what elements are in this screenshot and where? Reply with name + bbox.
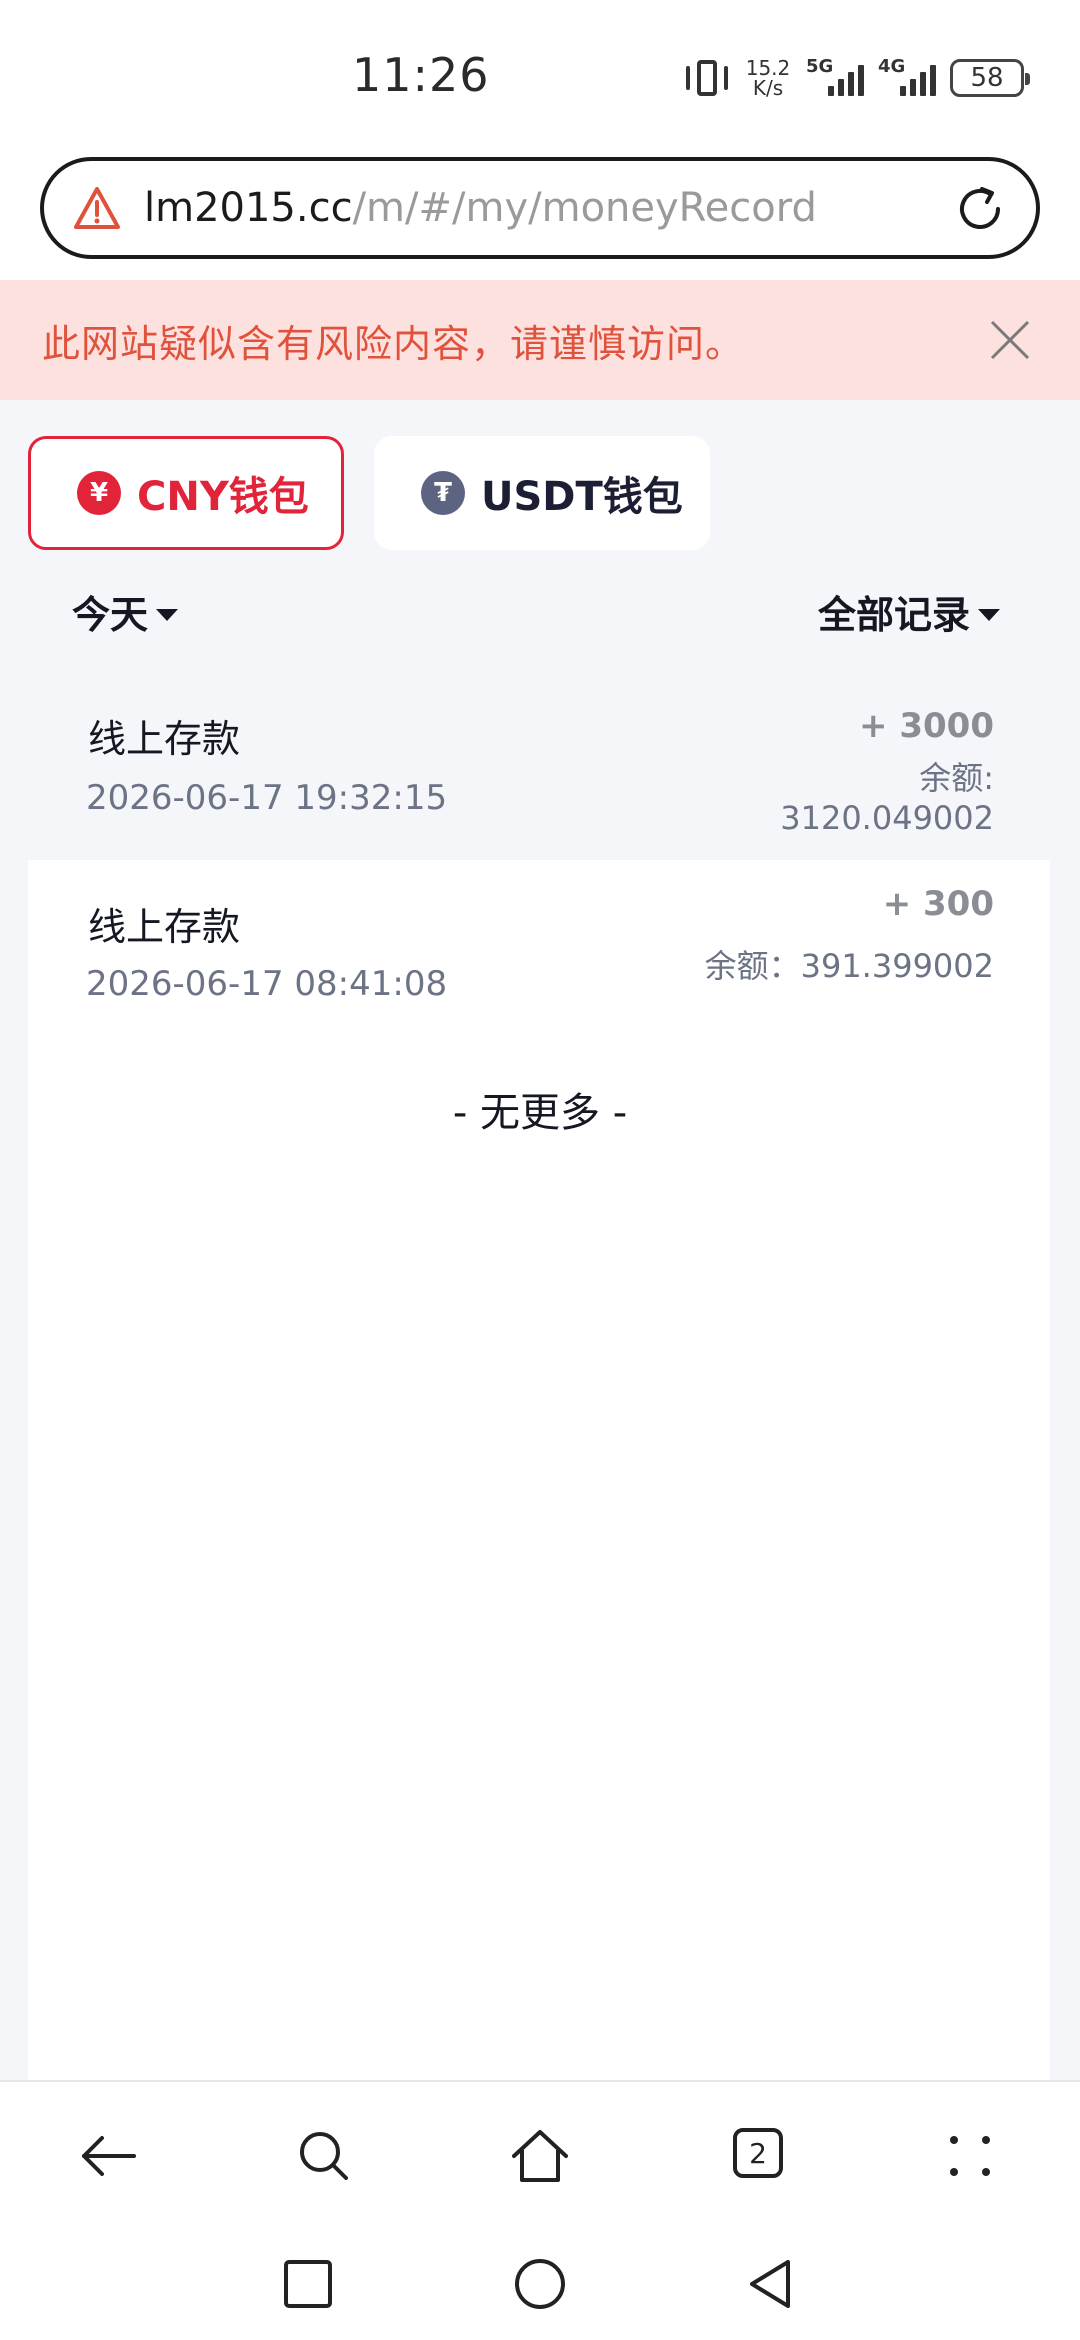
vibrate-icon	[684, 58, 730, 98]
tab-cny-wallet[interactable]: ¥ CNY钱包	[28, 436, 344, 550]
warning-triangle-icon[interactable]	[72, 185, 122, 231]
date-filter-label: 今天	[72, 593, 149, 637]
filter-row: 今天 全部记录	[0, 584, 1080, 644]
status-bar: 11:26 15.2 K/s 5G 4G 58	[0, 0, 1080, 150]
back-triangle-icon[interactable]	[744, 2256, 800, 2312]
status-icons: 15.2 K/s 5G 4G 58	[684, 56, 1030, 100]
record-balance-value: 391.399002	[800, 947, 994, 985]
record-balance: 余额：391.399002	[705, 946, 994, 986]
risk-warning-text: 此网站疑似含有风险内容，请谨慎访问。	[42, 321, 745, 366]
wallet-tabs: ¥ CNY钱包 ₮ USDT钱包	[28, 436, 710, 550]
page: 11:26 15.2 K/s 5G 4G 58 lm2015.cc/m/#/my…	[0, 0, 1080, 2340]
record-time: 2026-06-17 19:32:15	[86, 778, 448, 818]
signal-5g-icon: 5G	[806, 56, 864, 96]
url-text[interactable]: lm2015.cc/m/#/my/moneyRecord	[144, 185, 817, 231]
record-balance: 余额: 3120.049002	[780, 758, 994, 838]
reload-icon[interactable]	[952, 181, 1008, 237]
battery-icon: 58	[950, 59, 1030, 97]
record-balance-value: 3120.049002	[780, 799, 994, 837]
close-icon[interactable]	[988, 318, 1032, 362]
tab-count: 2	[733, 2128, 783, 2178]
net-speed-value: 15.2	[745, 56, 791, 80]
home-circle-icon[interactable]	[512, 2256, 568, 2312]
record-balance-label: 余额:	[919, 759, 994, 797]
record-list: 线上存款 2026-06-17 19:32:15 + 3000 余额: 3120…	[28, 670, 1050, 1020]
tab-usdt-wallet[interactable]: ₮ USDT钱包	[374, 436, 710, 550]
signal-5g-label: 5G	[806, 56, 834, 77]
net-speed-unit: K/s	[752, 76, 784, 100]
list-item[interactable]: 线上存款 2026-06-17 19:32:15 + 3000 余额: 3120…	[28, 670, 1050, 860]
status-time: 11:26	[352, 48, 490, 102]
url-path: /m/#/my/moneyRecord	[352, 185, 817, 231]
tether-icon: ₮	[421, 471, 465, 515]
record-type: 线上存款	[88, 905, 241, 949]
record-amount: + 300	[882, 884, 994, 924]
tabs-button[interactable]: 2	[728, 2124, 792, 2188]
search-icon[interactable]	[292, 2124, 356, 2188]
record-amount: + 3000	[859, 706, 994, 746]
list-item[interactable]: 线上存款 2026-06-17 08:41:08 + 300 余额：391.39…	[28, 860, 1050, 1020]
tab-usdt-wallet-label: USDT钱包	[481, 474, 683, 520]
battery-level: 58	[970, 63, 1004, 93]
signal-4g-icon: 4G	[878, 56, 936, 96]
back-arrow-icon[interactable]	[76, 2124, 140, 2188]
record-type: 线上存款	[88, 717, 241, 761]
record-type-label: 全部记录	[817, 593, 970, 637]
system-navigation-bar	[0, 2220, 1080, 2340]
end-of-list-text: - 无更多 -	[452, 1090, 628, 1136]
list-background	[28, 1020, 1050, 2080]
menu-dots-icon[interactable]	[940, 2124, 1004, 2188]
address-bar[interactable]: lm2015.cc/m/#/my/moneyRecord	[40, 157, 1040, 259]
net-speed: 15.2 K/s	[744, 58, 792, 98]
record-time: 2026-06-17 08:41:08	[86, 964, 448, 1004]
home-icon[interactable]	[508, 2124, 572, 2188]
browser-toolbar: 2	[0, 2080, 1080, 2220]
tab-cny-wallet-label: CNY钱包	[137, 474, 309, 520]
yen-icon: ¥	[77, 471, 121, 515]
date-filter-dropdown[interactable]: 今天	[72, 584, 179, 639]
money-record-page: ¥ CNY钱包 ₮ USDT钱包 今天 全部记录 线上存款 2026-06-17…	[0, 400, 1080, 2080]
url-host: lm2015.cc	[144, 185, 353, 231]
caret-down-icon	[156, 608, 179, 621]
recents-square-icon[interactable]	[280, 2256, 336, 2312]
record-type-dropdown[interactable]: 全部记录	[818, 584, 1000, 639]
record-balance-label: 余额：	[704, 947, 801, 985]
signal-4g-label: 4G	[878, 56, 906, 77]
risk-warning-banner: 此网站疑似含有风险内容，请谨慎访问。	[0, 280, 1080, 400]
caret-down-icon	[978, 608, 1000, 621]
